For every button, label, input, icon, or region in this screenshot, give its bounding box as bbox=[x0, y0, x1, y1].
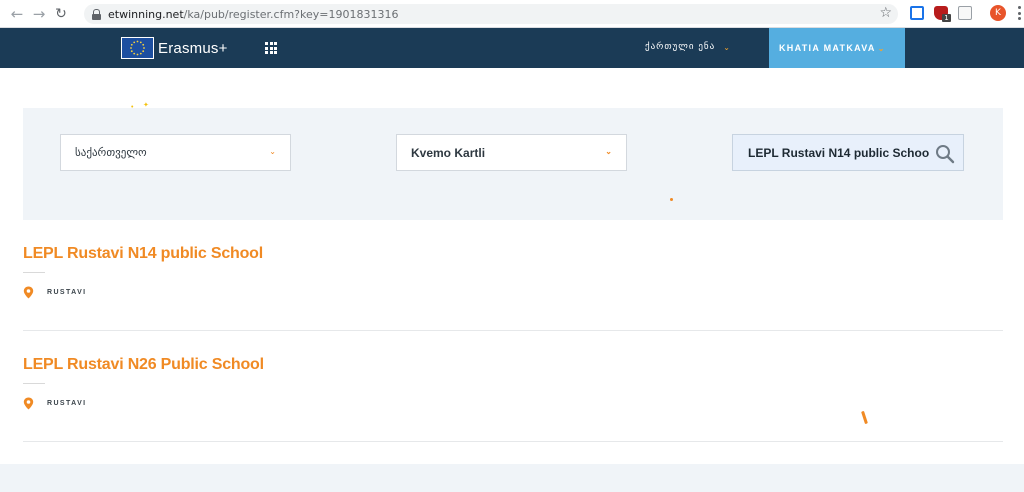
title-underline bbox=[23, 272, 45, 273]
extension-badge: 1 bbox=[942, 14, 951, 22]
user-name: KHATIA MATKAVA bbox=[779, 43, 876, 53]
footer-band bbox=[0, 464, 1024, 492]
location-pin-icon bbox=[23, 286, 34, 299]
chevron-down-icon: ⌄ bbox=[877, 43, 886, 53]
decorative-dot bbox=[670, 198, 673, 201]
school-search-box bbox=[732, 134, 964, 171]
language-label: ქართული ენა bbox=[645, 42, 716, 52]
region-select-value: Kvemo Kartli bbox=[411, 145, 486, 160]
result-item: LEPL Rustavi N14 public School RUSTAVI bbox=[23, 245, 1003, 299]
back-button[interactable]: ← bbox=[6, 3, 28, 25]
site-header: Erasmus+ ქართული ენა ⌄ KHATIA MATKAVA ⌄ bbox=[0, 28, 1024, 68]
erasmus-logo[interactable]: Erasmus+ bbox=[121, 37, 228, 59]
apps-grid-icon[interactable] bbox=[265, 42, 277, 54]
result-title-link[interactable]: LEPL Rustavi N14 public School bbox=[23, 245, 1003, 263]
result-title-link[interactable]: LEPL Rustavi N26 Public School bbox=[23, 356, 1003, 374]
result-item: LEPL Rustavi N26 Public School RUSTAVI bbox=[23, 356, 1003, 410]
result-city: RUSTAVI bbox=[47, 289, 87, 296]
chevron-down-icon: ⌄ bbox=[269, 147, 276, 156]
reload-button[interactable]: ↻ bbox=[50, 3, 72, 25]
region-select[interactable]: Kvemo Kartli ⌄ bbox=[396, 134, 627, 171]
user-menu[interactable]: KHATIA MATKAVA ⌄ bbox=[769, 28, 905, 68]
lock-icon[interactable] bbox=[92, 8, 101, 20]
result-location: RUSTAVI bbox=[23, 286, 1003, 299]
profile-avatar[interactable]: K bbox=[990, 5, 1006, 21]
country-select[interactable]: საქართველო ⌄ bbox=[60, 134, 291, 171]
result-location: RUSTAVI bbox=[23, 397, 1003, 410]
reload-icon: ↻ bbox=[55, 5, 67, 22]
school-search-input[interactable] bbox=[748, 145, 929, 160]
extension-mail-icon[interactable] bbox=[958, 6, 972, 20]
title-underline bbox=[23, 383, 45, 384]
address-bar[interactable]: etwinning.net/ka/pub/register.cfm?key=19… bbox=[84, 4, 898, 24]
chevron-down-icon: ⌄ bbox=[605, 147, 612, 156]
search-panel: საქართველო ⌄ Kvemo Kartli ⌄ bbox=[23, 108, 1003, 220]
result-city: RUSTAVI bbox=[47, 400, 87, 407]
result-divider bbox=[23, 441, 1003, 442]
extension-translate-icon[interactable] bbox=[910, 6, 924, 20]
forward-arrow-icon: → bbox=[32, 4, 46, 23]
url-text: etwinning.net/ka/pub/register.cfm?key=19… bbox=[108, 7, 399, 21]
location-pin-icon bbox=[23, 397, 34, 410]
bookmark-star-icon[interactable]: ☆ bbox=[879, 5, 892, 21]
decorative-mark bbox=[861, 410, 868, 425]
back-arrow-icon: ← bbox=[10, 4, 24, 23]
result-divider bbox=[23, 330, 1003, 331]
country-select-value: საქართველო bbox=[75, 146, 147, 159]
language-selector[interactable]: ქართული ენა ⌄ bbox=[645, 42, 731, 52]
browser-menu-icon[interactable] bbox=[1018, 6, 1021, 20]
logo-text: Erasmus+ bbox=[158, 39, 228, 57]
search-icon[interactable] bbox=[935, 144, 955, 164]
browser-toolbar: ← → ↻ etwinning.net/ka/pub/register.cfm?… bbox=[0, 0, 1024, 28]
eu-flag-icon bbox=[121, 37, 154, 59]
forward-button[interactable]: → bbox=[28, 3, 50, 25]
chevron-down-icon: ⌄ bbox=[723, 42, 731, 52]
